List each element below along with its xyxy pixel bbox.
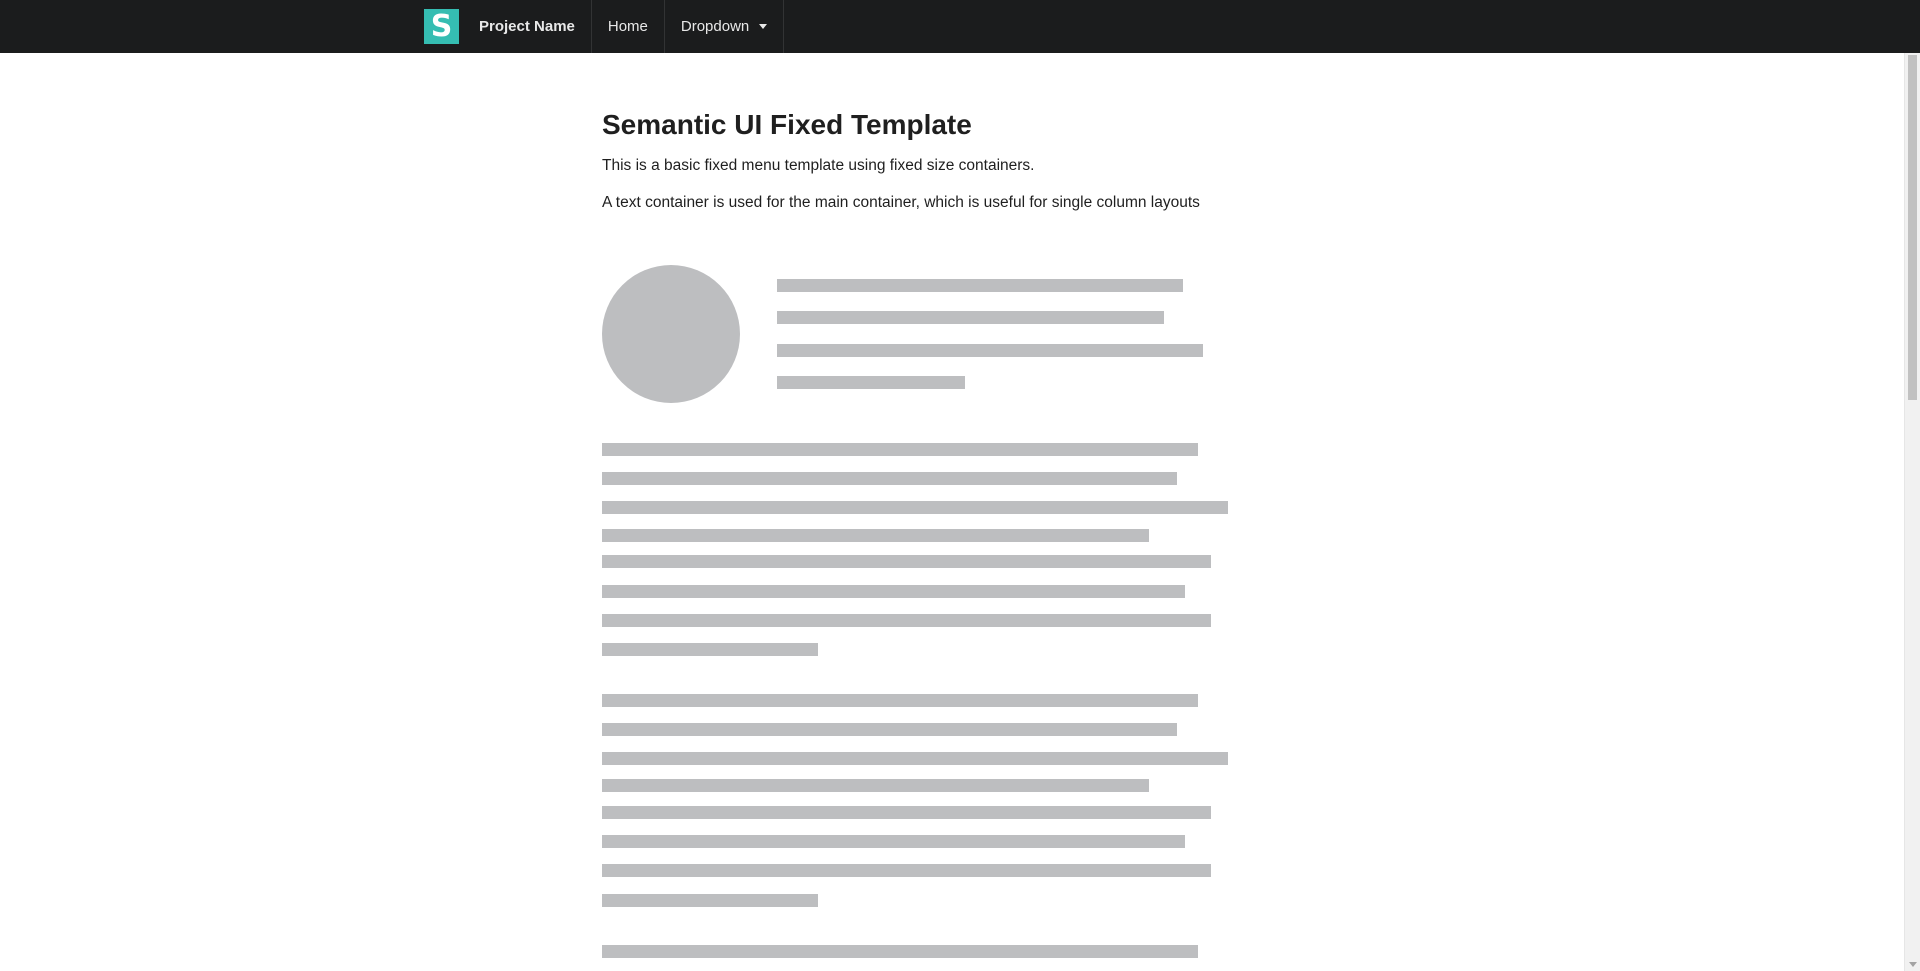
menu-container: S Project Name Home Dropdown: [408, 0, 785, 53]
placeholder-line: [602, 864, 1211, 877]
description-paragraph: A text container is used for the main co…: [602, 194, 1200, 212]
project-name-link[interactable]: S Project Name: [408, 0, 591, 53]
menu-item-home[interactable]: Home: [590, 0, 664, 53]
placeholder-line: [602, 472, 1177, 485]
placeholder-line: [602, 585, 1185, 598]
page-title: Semantic UI Fixed Template: [602, 109, 972, 140]
placeholder-line: [602, 835, 1185, 848]
placeholder-line: [602, 894, 818, 907]
project-name-label: Project Name: [479, 18, 575, 35]
logo-icon: S: [424, 9, 459, 44]
placeholder-line: [777, 311, 1164, 324]
intro-paragraph: This is a basic fixed menu template usin…: [602, 156, 1035, 174]
scroll-down-arrow-icon[interactable]: [1909, 962, 1917, 967]
placeholder-avatar: [602, 265, 740, 403]
placeholder-line: [602, 529, 1149, 542]
placeholder-line: [602, 694, 1198, 707]
placeholder-line: [777, 344, 1203, 357]
placeholder-line: [602, 723, 1177, 736]
placeholder-line: [602, 614, 1211, 627]
placeholder-line: [602, 806, 1211, 819]
placeholder-line: [602, 752, 1228, 765]
vertical-scrollbar[interactable]: [1904, 53, 1920, 971]
top-menu: S Project Name Home Dropdown: [0, 0, 1920, 53]
placeholder-line: [777, 376, 965, 389]
placeholder-line: [602, 643, 818, 656]
placeholder-line: [602, 443, 1198, 456]
menu-item-home-label: Home: [607, 18, 648, 35]
menu-item-dropdown[interactable]: Dropdown: [663, 0, 785, 53]
text-container: Semantic UI Fixed Template This is a bas…: [602, 53, 1242, 215]
scrollbar-thumb[interactable]: [1908, 55, 1917, 400]
placeholder-line: [602, 779, 1149, 792]
placeholder-line: [602, 501, 1228, 514]
menu-item-dropdown-label: Dropdown: [680, 18, 750, 35]
placeholder-line: [602, 555, 1211, 568]
caret-down-icon: [759, 24, 768, 29]
placeholder-line: [602, 945, 1198, 958]
placeholder-line: [777, 279, 1183, 292]
